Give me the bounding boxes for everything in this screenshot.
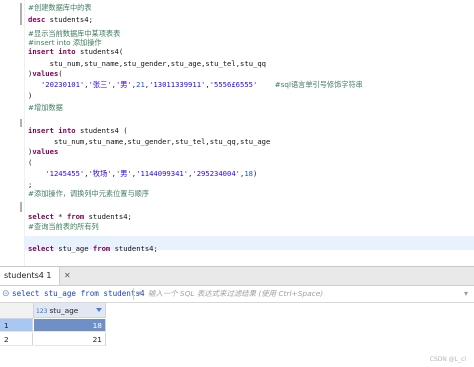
code-token: values (32, 69, 59, 78)
code-token: #添加操作，调换列中元素位置与顺序 (28, 189, 150, 198)
code-line[interactable]: #增加数据 (28, 102, 63, 114)
code-token: students4 ( (79, 126, 128, 135)
code-token: '295234004' (192, 169, 240, 178)
results-tab-bar: students4 1 ✕ (0, 267, 474, 286)
code-token: #创建数据库中的表 (28, 3, 92, 12)
code-token: '牧场' (88, 169, 112, 178)
code-token: #查询当前表的所有列 (28, 222, 99, 231)
code-token: 21 (136, 80, 145, 89)
code-token: '1144099341' (136, 169, 189, 178)
close-tab-icon[interactable]: ✕ (64, 267, 71, 285)
numeric-type-icon: 123 (36, 308, 48, 315)
sql-query-icon: ⊝ (2, 289, 10, 299)
code-token: students4; (88, 212, 132, 221)
query-block-marker (20, 202, 22, 212)
code-line[interactable]: stu_num,stu_name,stu_gender,stu_tel,stu_… (28, 136, 270, 148)
grid-corner[interactable] (0, 303, 34, 319)
code-token: values (32, 147, 59, 156)
column-header-label: stu_age (49, 306, 79, 315)
editor-gutter (0, 0, 25, 266)
code-token: stu_num,stu_name,stu_gender,stu_tel,stu_… (28, 137, 271, 146)
code-line[interactable]: '20230101','张三','男',21,'13011339911','55… (28, 79, 363, 91)
code-token: select (28, 212, 59, 221)
filter-input[interactable]: 输入一个 SQL 表达式来过滤结果 (使用 Ctrl+Space) (148, 286, 323, 302)
code-token: ( (58, 69, 63, 78)
code-line[interactable]: #创建数据库中的表 (28, 2, 92, 14)
results-tab-label: students4 1 (4, 271, 52, 280)
results-tab[interactable]: students4 1 (0, 267, 60, 285)
code-token: insert into (28, 126, 80, 135)
code-token: desc (28, 15, 50, 24)
code-token: select (28, 244, 59, 253)
code-token: from (66, 212, 89, 221)
column-header-stu-age[interactable]: 123 stu_age (34, 303, 106, 318)
code-token: '5556£6555' (209, 80, 258, 89)
code-token: stu_age (58, 244, 93, 253)
code-token: ( (28, 158, 33, 167)
sort-arrow-icon[interactable] (96, 308, 102, 312)
code-token: ) (252, 169, 258, 178)
code-line[interactable]: select stu_age from students4; (28, 243, 158, 255)
table-cell[interactable]: 21 (34, 333, 106, 346)
current-query-text[interactable]: select stu_age from students4 (12, 286, 145, 302)
filter-dropdown-icon[interactable]: ▾ (464, 286, 468, 302)
results-grid[interactable]: 123 stu_age 1 18 2 21 CSDN @L_cl (0, 303, 474, 367)
code-line[interactable]: #添加操作，调换列中元素位置与顺序 (28, 188, 149, 200)
code-line[interactable]: desc students4; (28, 14, 93, 26)
code-token: from (92, 244, 115, 253)
code-token: '1245455' (45, 169, 85, 178)
code-token: '男' (115, 169, 132, 178)
code-token: insert into (28, 47, 80, 56)
code-line[interactable]: '1245455','牧场','男','1144099341','2952340… (28, 168, 257, 180)
row-number[interactable]: 2 (0, 333, 33, 346)
code-token: students4; (49, 15, 93, 24)
code-token: stu_num,stu_name,stu_gender,stu_age,stu_… (28, 59, 266, 68)
row-number[interactable]: 1 (0, 319, 33, 332)
code-token: '张三' (88, 80, 112, 89)
code-line[interactable]: )values (28, 146, 58, 158)
filter-bar: ⊝ select stu_age from students4 ⏷ 输入一个 S… (0, 286, 474, 303)
code-token: 18 (244, 169, 253, 178)
filter-icon[interactable]: ⏷ (136, 287, 143, 301)
query-block-marker (20, 3, 22, 25)
code-token: students4( (79, 47, 124, 56)
code-token: #sql语言单引号修饰字符串 (274, 80, 363, 89)
table-cell[interactable]: 18 (34, 319, 106, 332)
code-token: '男' (115, 80, 132, 89)
code-line[interactable]: insert into students4( (28, 46, 123, 58)
code-token: #增加数据 (28, 103, 63, 112)
filter-divider (133, 288, 134, 300)
code-token: '13011339911' (149, 80, 206, 89)
code-line[interactable]: #查询当前表的所有列 (28, 221, 99, 233)
watermark: CSDN @L_cl (429, 356, 466, 363)
code-token: students4; (114, 244, 158, 253)
code-token: ) (28, 91, 33, 100)
code-token: * (58, 212, 67, 221)
code-token: '20230101' (40, 80, 85, 89)
code-line[interactable]: stu_num,stu_name,stu_gender,stu_age,stu_… (28, 58, 266, 70)
code-line[interactable]: ) (28, 90, 32, 102)
query-block-marker (20, 119, 22, 127)
sql-editor[interactable]: #创建数据库中的表 desc students4; #显示当前数据库中某项表表 #in… (0, 0, 474, 266)
